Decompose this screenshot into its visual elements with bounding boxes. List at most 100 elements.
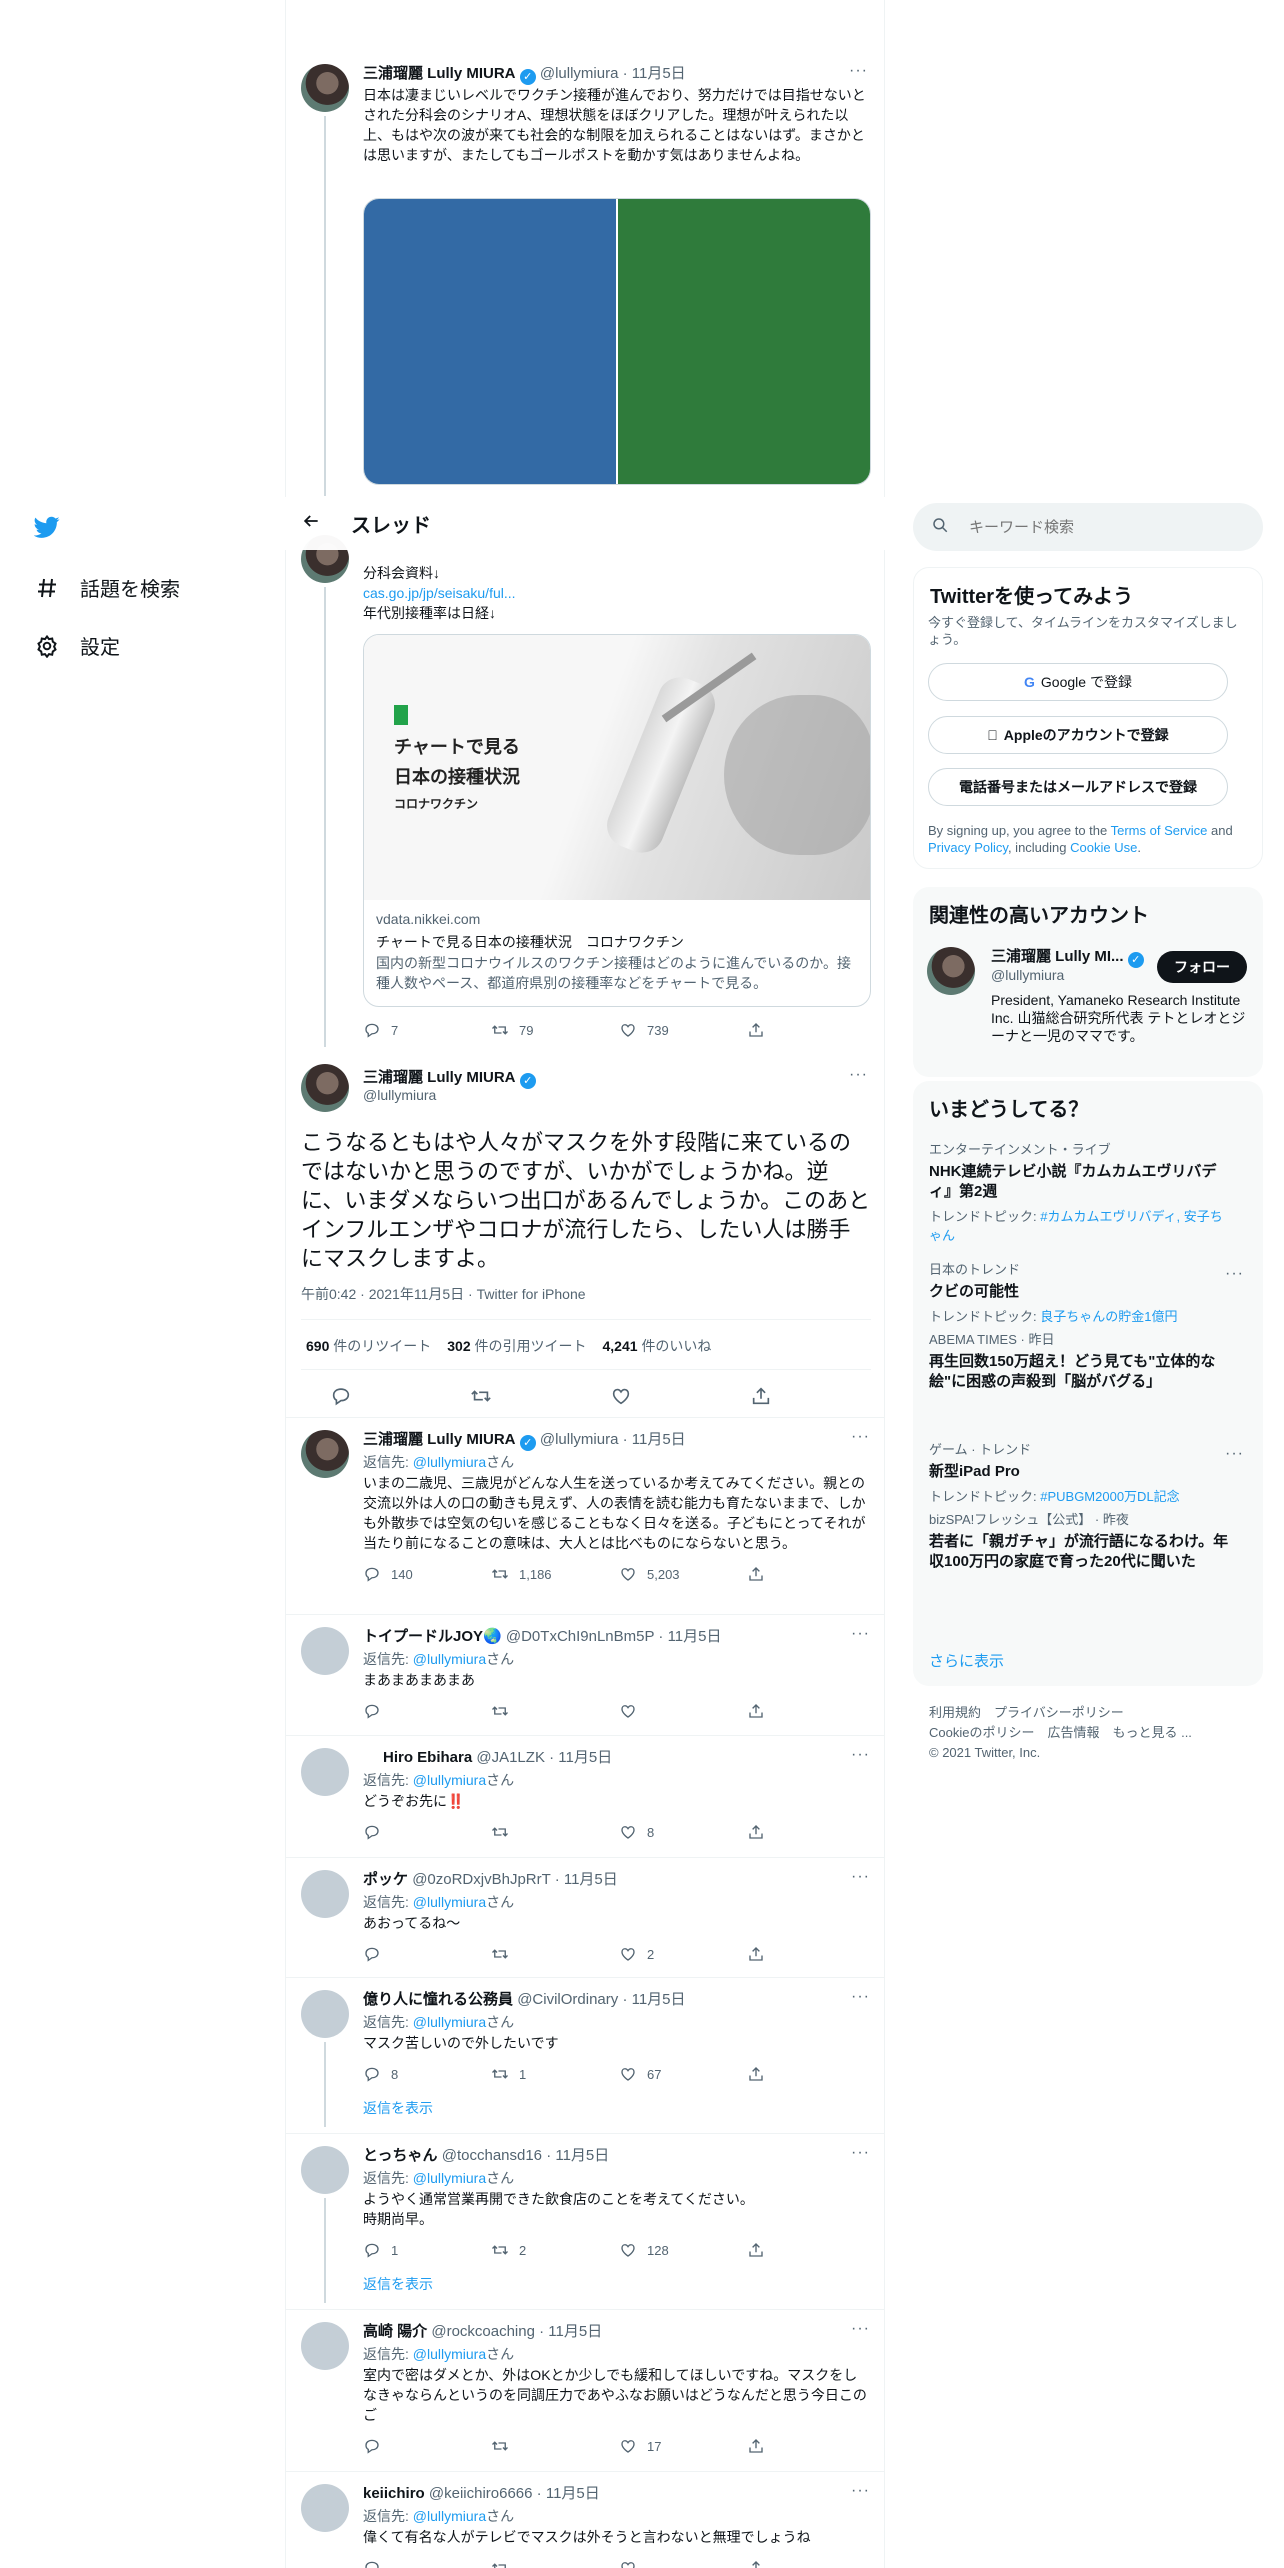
reply-button[interactable] <box>363 2437 491 2455</box>
reply-button[interactable] <box>363 1702 491 1720</box>
google-signup-button[interactable]: G Google で登録 <box>928 663 1228 701</box>
related-handle[interactable]: @lullymiura <box>991 967 1064 983</box>
reply-button[interactable] <box>363 1823 491 1841</box>
tweet-date[interactable]: · 11月5日 <box>549 1749 612 1766</box>
like-button[interactable]: 128 <box>619 2241 747 2259</box>
tweet-date[interactable]: · 11月5日 <box>622 1991 685 2008</box>
trend-item[interactable]: ゲーム · トレンド 新型iPad Pro トレンドトピック: #PUBGM2000… <box>929 1439 1229 1505</box>
more-options-icon[interactable]: ··· <box>851 2144 870 2162</box>
author-handle[interactable]: @CivilOrdinary <box>517 1991 618 2008</box>
reply-tweet[interactable]: Hiro Ebihara @JA1LZK · 11月5日 ··· 返信先: @lu… <box>286 1736 884 1858</box>
more-options-icon[interactable]: ··· <box>851 2320 870 2338</box>
reply-to-handle[interactable]: @lullymiura <box>413 1454 486 1470</box>
reply-to-handle[interactable]: @lullymiura <box>413 1772 486 1788</box>
avatar[interactable] <box>301 2322 349 2370</box>
like-button[interactable]: 739 <box>619 1021 747 1039</box>
show-more-link[interactable]: さらに表示 <box>929 1650 1004 1671</box>
show-replies-link[interactable]: 返信を表示 <box>363 2098 433 2118</box>
trend-topic-link[interactable]: 良子ちゃんの貯金1億円 <box>1040 1309 1177 1324</box>
reply-tweet[interactable]: トイプードルJOY🌏 @D0TxChI9nLnBm5P · 11月5日 ··· 返… <box>286 1615 884 1736</box>
tweet-date[interactable]: · 11月5日 <box>539 2323 602 2340</box>
reply-button[interactable] <box>363 1945 491 1963</box>
author-name[interactable]: 三浦瑠麗 Lully MIURA <box>363 65 516 82</box>
reply-tweet[interactable]: 高崎 陽介 @rockcoaching · 11月5日 ··· 返信先: @lul… <box>286 2310 884 2472</box>
media-image-right[interactable] <box>618 199 870 484</box>
retweet-button[interactable] <box>491 2437 619 2455</box>
footer-links-1[interactable]: 利用規約 プライバシーポリシー <box>929 1703 1192 1723</box>
trend-item[interactable]: 日本のトレンド クビの可能性 トレンドトピック: 良子ちゃんの貯金1億円 <box>929 1259 1229 1325</box>
reply-tweet[interactable]: 億り人に憧れる公務員 @CivilOrdinary · 11月5日 ··· 返信先… <box>286 1978 884 2134</box>
tweet-date[interactable]: · 11月5日 <box>555 1871 618 1888</box>
retweet-count[interactable]: 690 件のリツイート <box>306 1336 431 1356</box>
author-name[interactable]: 高崎 陽介 <box>363 2323 427 2340</box>
footer-links-2[interactable]: Cookieのポリシー 広告情報 もっと見る ... <box>929 1723 1192 1743</box>
reply-button[interactable] <box>363 2559 491 2568</box>
like-button[interactable] <box>610 1385 750 1407</box>
reply-button[interactable]: 8 <box>363 2065 491 2083</box>
more-options-icon[interactable]: ··· <box>851 1746 870 1764</box>
cookie-use-link[interactable]: Cookie Use <box>1070 840 1137 855</box>
retweet-button[interactable]: 1,186 <box>491 1565 619 1583</box>
follow-button[interactable]: フォロー <box>1157 951 1247 983</box>
retweet-button[interactable]: 1 <box>491 2065 619 2083</box>
avatar[interactable] <box>301 2146 349 2194</box>
share-button[interactable] <box>747 1823 775 1841</box>
reply-tweet[interactable]: 三浦瑠麗 Lully MIURA ✓ @lullymiura · 11月5日 ·… <box>286 1418 884 1615</box>
trend-item[interactable]: エンターテインメント・ライブ NHK連続テレビ小説『カムカムエヴリバディ』第2週ト… <box>929 1139 1229 1244</box>
more-options-icon[interactable]: ··· <box>849 1066 868 1084</box>
search-box[interactable] <box>913 503 1263 551</box>
like-button[interactable] <box>619 2559 747 2568</box>
author-handle[interactable]: @lullymiura <box>363 1087 436 1103</box>
tweet-link[interactable]: cas.go.jp/jp/seisaku/ful... <box>363 583 871 603</box>
reply-to-handle[interactable]: @lullymiura <box>413 1651 486 1667</box>
tweet-date[interactable]: · 11月5日 <box>658 1628 721 1645</box>
retweet-button[interactable] <box>491 1823 619 1841</box>
more-options-icon[interactable]: ··· <box>849 62 868 80</box>
share-button[interactable] <box>747 1565 775 1583</box>
more-options-icon[interactable]: ··· <box>851 1988 870 2006</box>
avatar[interactable] <box>301 1870 349 1918</box>
tweet-date[interactable]: · 11月5日 <box>623 1431 686 1448</box>
share-button[interactable] <box>747 2065 775 2083</box>
author-handle[interactable]: @lullymiura <box>540 1431 619 1448</box>
avatar[interactable] <box>301 1064 349 1112</box>
author-handle[interactable]: @JA1LZK <box>476 1749 545 1766</box>
author-handle[interactable]: @lullymiura <box>540 65 619 82</box>
retweet-button[interactable]: 79 <box>491 1021 619 1039</box>
tweet-date[interactable]: · 11月5日 <box>537 2485 600 2502</box>
share-button[interactable] <box>747 1702 775 1720</box>
trend-item[interactable]: ABEMA TIMES · 昨日 再生回数150万超え！どう見ても"立体的な絵"に… <box>929 1329 1229 1392</box>
more-options-icon[interactable]: ··· <box>851 1868 870 1886</box>
share-button[interactable] <box>747 1945 775 1963</box>
reply-tweet[interactable]: とっちゃん @tocchansd16 · 11月5日 ··· 返信先: @lull… <box>286 2134 884 2310</box>
author-name[interactable]: 億り人に憧れる公務員 <box>363 1991 513 2008</box>
author-name[interactable]: Hiro Ebihara <box>383 1749 472 1766</box>
trend-item[interactable]: bizSPA!フレッシュ【公式】 · 昨夜 若者に「親ガチャ」が流行語になるわけ。… <box>929 1509 1229 1572</box>
avatar[interactable] <box>301 64 349 112</box>
tweet-media[interactable] <box>363 198 871 485</box>
avatar[interactable] <box>301 1627 349 1675</box>
share-button[interactable] <box>747 2241 775 2259</box>
reply-to-handle[interactable]: @lullymiura <box>413 2346 486 2362</box>
author-handle[interactable]: @D0TxChI9nLnBm5P <box>506 1628 654 1645</box>
reply-to-handle[interactable]: @lullymiura <box>413 1894 486 1910</box>
author-name[interactable]: 三浦瑠麗 Lully MIURA <box>363 1431 516 1448</box>
media-image-left[interactable] <box>364 199 618 484</box>
terms-of-service-link[interactable]: Terms of Service <box>1111 823 1208 838</box>
more-options-icon[interactable]: ··· <box>1225 1265 1244 1283</box>
share-button[interactable] <box>747 2559 775 2568</box>
like-button[interactable]: 2 <box>619 1945 747 1963</box>
author-name[interactable]: とっちゃん <box>363 2147 438 2164</box>
retweet-button[interactable] <box>491 1945 619 1963</box>
share-button[interactable] <box>747 1021 775 1039</box>
more-options-icon[interactable]: ··· <box>1225 1445 1244 1463</box>
reply-to-handle[interactable]: @lullymiura <box>413 2170 486 2186</box>
more-options-icon[interactable]: ··· <box>851 1428 870 1446</box>
avatar[interactable] <box>301 1430 349 1478</box>
share-button[interactable] <box>747 2437 775 2455</box>
like-button[interactable]: 17 <box>619 2437 747 2455</box>
link-card[interactable]: チャートで見る 日本の接種状況 コロナワクチン vdata.nikkei.com… <box>363 634 871 1007</box>
retweet-button[interactable] <box>470 1385 610 1407</box>
search-input[interactable] <box>969 518 1229 536</box>
author-handle[interactable]: @tocchansd16 <box>442 2147 542 2164</box>
